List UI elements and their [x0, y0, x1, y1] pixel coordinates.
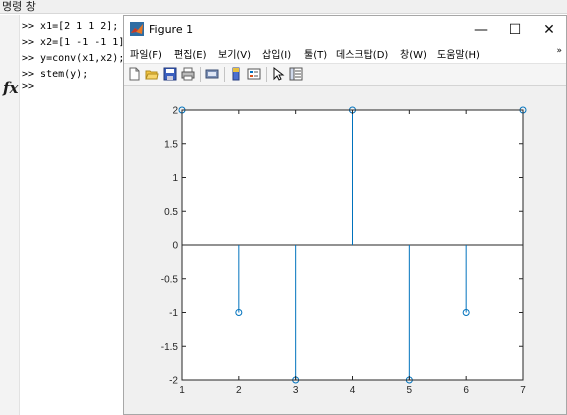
figure-window: Figure 1 — ☐ ✕ 파일(F) 편집(E) 보기(V) 삽입(I) 툴… — [123, 15, 567, 415]
toolbar-separator — [266, 67, 267, 82]
menu-desktop[interactable]: 데스크탑(D) — [336, 46, 388, 61]
x-tick-label: 6 — [463, 385, 469, 396]
open-file-icon[interactable] — [145, 67, 159, 81]
menu-window[interactable]: 창(W) — [400, 46, 427, 61]
x-tick-label: 7 — [520, 385, 526, 396]
figure-toolbar — [124, 63, 566, 86]
minimize-button[interactable]: — — [464, 16, 498, 43]
command-line: >> x1=[2 1 1 2]; — [22, 21, 119, 32]
matlab-logo-icon — [130, 22, 144, 36]
y-tick-label: -0.5 — [161, 274, 179, 285]
figure-canvas: 1 2 3 4 5 6 7 -2 -1.5 -1 -0.5 0 0.5 1 1.5 2 — [124, 86, 566, 414]
x-tick-label: 5 — [407, 385, 413, 396]
y-tick-label: -1.5 — [161, 342, 179, 353]
insert-colorbar-icon[interactable] — [229, 67, 243, 81]
y-tick-label: 1.5 — [164, 139, 178, 150]
y-tick-label: 1 — [172, 173, 178, 184]
menu-overflow-icon[interactable]: » — [556, 46, 562, 56]
x-tick-label: 2 — [236, 385, 242, 396]
menu-tools[interactable]: 툴(T) — [304, 46, 327, 61]
command-prompt[interactable]: >> — [22, 81, 34, 92]
menu-help[interactable]: 도움말(H) — [437, 46, 480, 61]
edit-plot-pointer-icon[interactable] — [271, 67, 285, 81]
figure-title: Figure 1 — [149, 23, 194, 36]
stem-plot[interactable]: 1 2 3 4 5 6 7 -2 -1.5 -1 -0.5 0 0.5 1 1.5 2 — [124, 86, 566, 414]
y-tick-label: -2 — [169, 376, 178, 387]
command-window-gutter — [0, 15, 20, 415]
toolbar-separator — [200, 67, 201, 82]
close-icon: ✕ — [543, 21, 555, 38]
menu-file[interactable]: 파일(F) — [130, 46, 162, 61]
print-icon[interactable] — [181, 67, 195, 81]
y-tick-label: 0.5 — [164, 207, 178, 218]
command-line: >> stem(y); — [22, 69, 89, 80]
command-line: >> x2=[1 -1 -1 1]; — [22, 37, 131, 48]
command-line: >> y=conv(x1,x2); — [22, 53, 125, 64]
y-tick-label: -1 — [169, 308, 178, 319]
toolbar-separator — [224, 67, 225, 82]
maximize-icon: ☐ — [508, 21, 522, 38]
new-figure-icon[interactable] — [127, 67, 141, 81]
command-history: >> x1=[2 1 1 2]; >> x2=[1 -1 -1 1]; >> y… — [22, 19, 130, 83]
save-icon[interactable] — [163, 67, 177, 81]
insert-legend-icon[interactable] — [247, 67, 261, 81]
menu-edit[interactable]: 편집(E) — [174, 46, 207, 61]
figure-menu-bar: 파일(F) 편집(E) 보기(V) 삽입(I) 툴(T) 데스크탑(D) 창(W… — [124, 43, 566, 63]
menu-view[interactable]: 보기(V) — [218, 46, 251, 61]
desktop-root: 명령 창 >> x1=[2 1 1 2]; >> x2=[1 -1 -1 1];… — [0, 0, 567, 415]
x-tick-label: 1 — [179, 385, 185, 396]
y-tick-label: 2 — [172, 106, 178, 117]
link-plot-icon[interactable] — [205, 67, 219, 81]
close-button[interactable]: ✕ — [532, 16, 566, 43]
figure-title-bar[interactable]: Figure 1 — ☐ ✕ — [124, 16, 566, 43]
y-tick-label: 0 — [172, 241, 178, 252]
menu-insert[interactable]: 삽입(I) — [262, 46, 291, 61]
function-browser-icon[interactable]: fx — [3, 79, 18, 97]
property-inspector-icon[interactable] — [289, 67, 303, 81]
x-tick-label: 3 — [293, 385, 299, 396]
minimize-icon: — — [474, 21, 488, 38]
x-tick-label: 4 — [350, 385, 356, 396]
command-window-title: 명령 창 — [0, 0, 567, 14]
maximize-button[interactable]: ☐ — [498, 16, 532, 43]
